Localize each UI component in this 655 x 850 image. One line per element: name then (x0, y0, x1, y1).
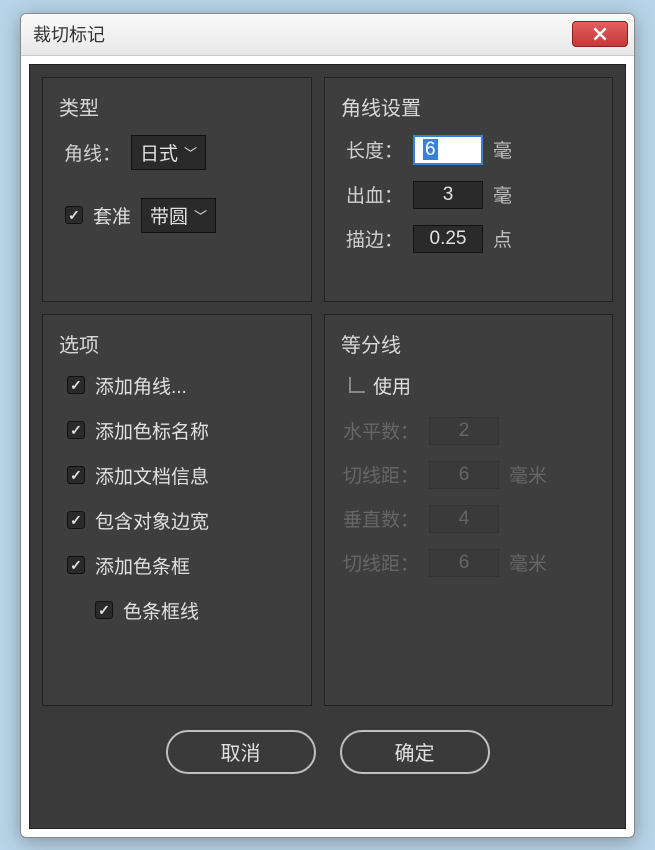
dialog-content: 类型 角线： 日式 ﹀ 套准 带圆 ﹀ (29, 64, 626, 829)
division-title: 等分线 (341, 329, 596, 358)
h-dist-unit: 毫米 (509, 461, 547, 488)
registration-label: 套准 (93, 202, 131, 229)
bleed-label: 出血： (341, 181, 403, 208)
add-doc-info-checkbox[interactable] (67, 466, 85, 484)
h-dist-input: 6 (429, 461, 499, 489)
division-panel: 等分线 使用 水平数： 2 切线距： 6 毫米 垂直数： 4 (324, 314, 613, 706)
length-label: 长度： (341, 136, 403, 163)
bleed-input[interactable]: 3 (413, 181, 483, 209)
use-label: 使用 (373, 372, 411, 399)
cancel-button[interactable]: 取消 (166, 730, 316, 774)
corner-settings-title: 角线设置 (341, 92, 596, 121)
v-dist-input: 6 (429, 549, 499, 577)
length-input[interactable]: 6 (413, 135, 483, 165)
corner-style-select[interactable]: 日式 ﹀ (131, 135, 206, 170)
registration-style-select[interactable]: 带圆 ﹀ (141, 198, 216, 233)
registration-checkbox[interactable] (65, 206, 83, 224)
type-title: 类型 (59, 92, 295, 121)
close-icon (593, 27, 607, 41)
option-label: 添加色条框 (95, 552, 190, 579)
option-row: 包含对象边宽 (59, 507, 295, 534)
options-panel: 选项 添加角线... 添加色标名称 添加文档信息 包含对象边宽 (42, 314, 312, 706)
button-row: 取消 确定 (42, 730, 613, 774)
add-swatch-name-checkbox[interactable] (67, 421, 85, 439)
window-title: 裁切标记 (33, 21, 105, 47)
close-button[interactable] (572, 21, 628, 47)
h-dist-label: 切线距： (341, 461, 419, 488)
h-count-label: 水平数： (341, 417, 419, 444)
add-colorbar-checkbox[interactable] (67, 556, 85, 574)
option-row: 色条框线 (59, 597, 295, 624)
option-row: 添加文档信息 (59, 462, 295, 489)
stroke-label: 描边： (341, 225, 403, 252)
option-row: 添加色标名称 (59, 417, 295, 444)
corner-style-value: 日式 (140, 139, 178, 166)
use-division-checkbox[interactable] (349, 377, 365, 393)
v-count-label: 垂直数： (341, 505, 419, 532)
titlebar: 裁切标记 (21, 14, 634, 56)
option-row: 添加角线... (59, 372, 295, 399)
option-label: 包含对象边宽 (95, 507, 209, 534)
dialog-window: 裁切标记 类型 角线： 日式 ﹀ 套准 带圆 (20, 13, 635, 838)
option-label: 添加色标名称 (95, 417, 209, 444)
option-label: 添加文档信息 (95, 462, 209, 489)
stroke-input[interactable]: 0.25 (413, 225, 483, 253)
h-count-input: 2 (429, 417, 499, 445)
add-corner-checkbox[interactable] (67, 376, 85, 394)
type-panel: 类型 角线： 日式 ﹀ 套准 带圆 ﹀ (42, 77, 312, 302)
chevron-down-icon: ﹀ (194, 206, 207, 225)
v-dist-unit: 毫米 (509, 549, 547, 576)
options-title: 选项 (59, 329, 295, 358)
corner-label: 角线： (59, 139, 121, 166)
option-label: 添加角线... (95, 372, 187, 399)
stroke-unit: 点 (493, 225, 512, 252)
registration-style-value: 带圆 (150, 202, 188, 229)
v-dist-label: 切线距： (341, 549, 419, 576)
option-label: 色条框线 (123, 597, 199, 624)
include-bounds-checkbox[interactable] (67, 511, 85, 529)
option-row: 添加色条框 (59, 552, 295, 579)
corner-settings-panel: 角线设置 长度： 6 毫 出血： 3 毫 描边： 0.25 点 (324, 77, 613, 302)
length-unit: 毫 (493, 136, 512, 163)
bleed-unit: 毫 (493, 181, 512, 208)
v-count-input: 4 (429, 505, 499, 533)
ok-button[interactable]: 确定 (340, 730, 490, 774)
colorbar-line-checkbox[interactable] (95, 601, 113, 619)
chevron-down-icon: ﹀ (184, 143, 197, 162)
